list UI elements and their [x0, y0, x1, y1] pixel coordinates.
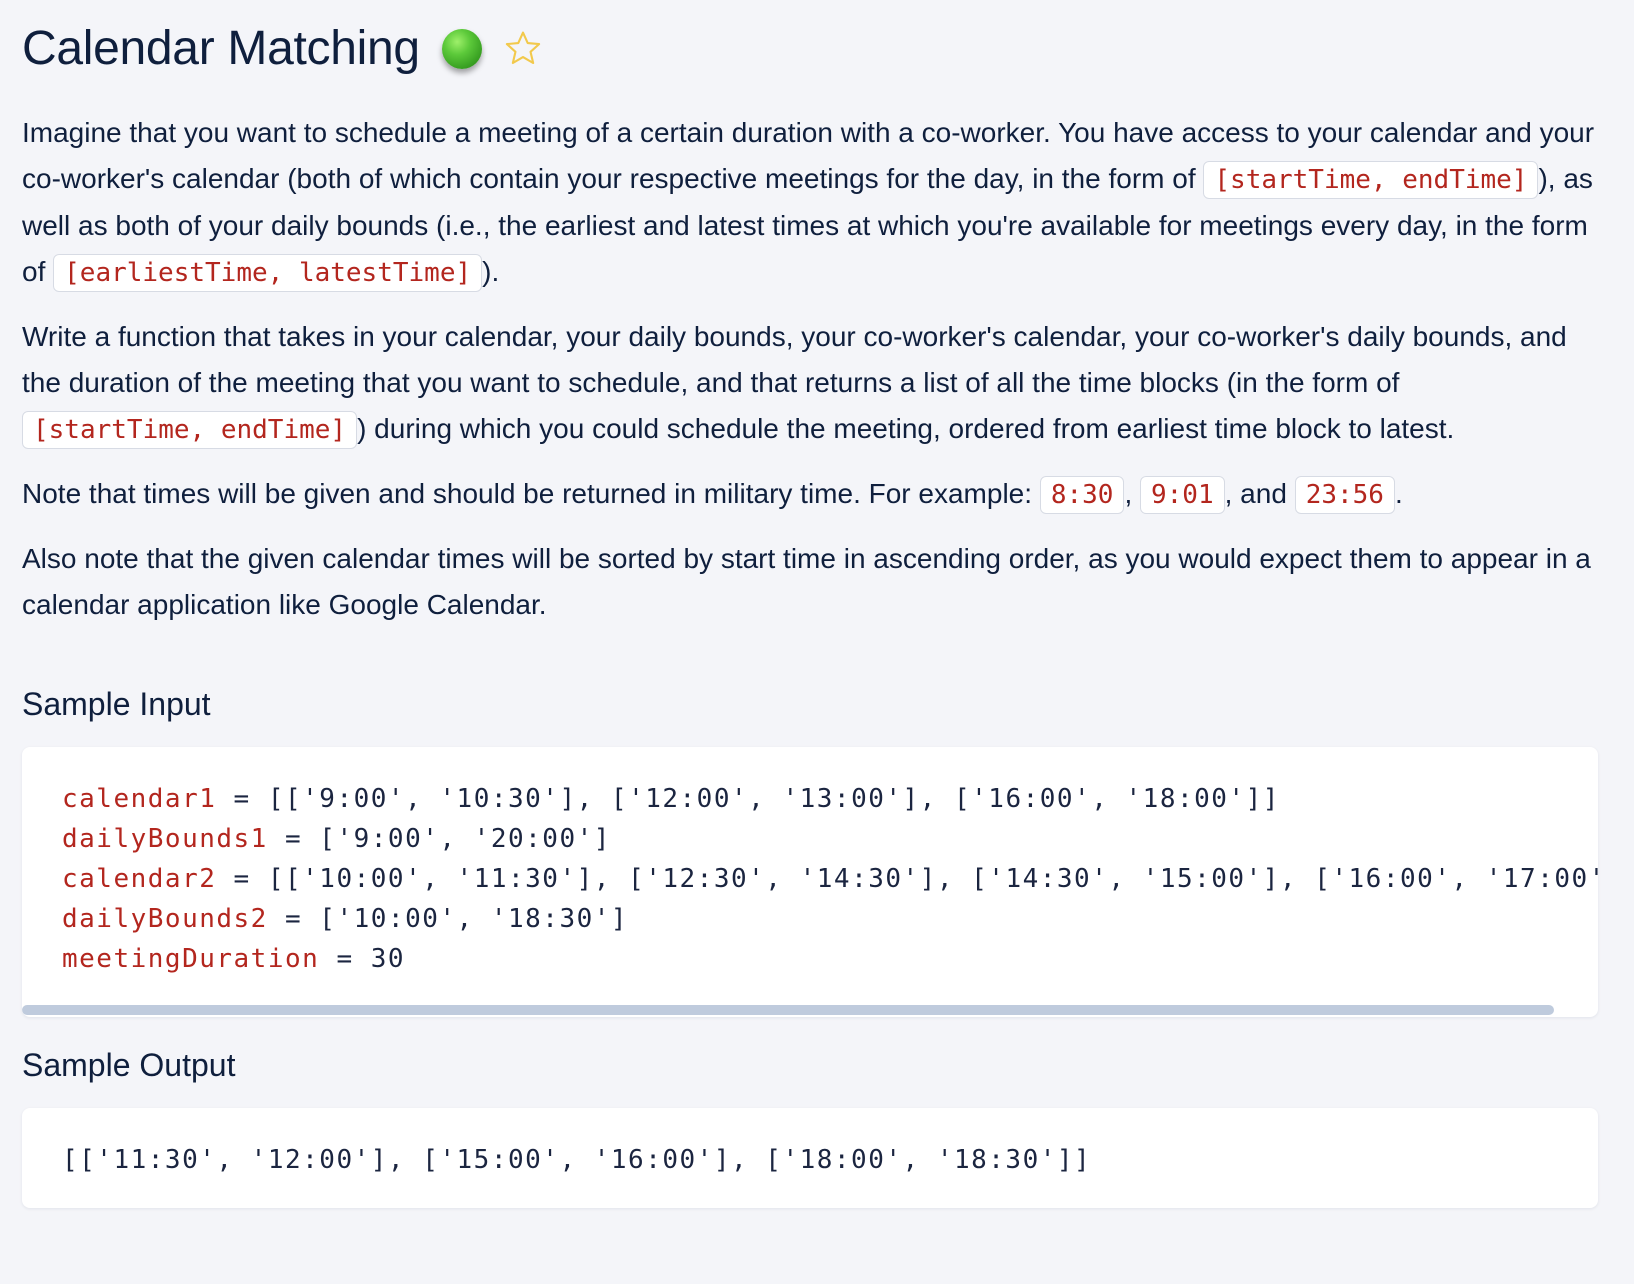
favorite-star-icon[interactable] [502, 28, 544, 70]
code-line: calendar2 = [['10:00', '11:30'], ['12:30… [62, 859, 1598, 899]
inline-code: [earliestTime, latestTime] [53, 254, 483, 292]
description-paragraph-2: Write a function that takes in your cale… [22, 314, 1612, 453]
inline-code: 8:30 [1039, 476, 1125, 514]
code-line: [['11:30', '12:00'], ['15:00', '16:00'],… [62, 1145, 1092, 1175]
paragraph-text: Also note that the given calendar times … [22, 543, 1591, 620]
code-variable: dailyBounds1 [62, 824, 268, 854]
problem-page: Calendar Matching Imagine that you want … [0, 0, 1634, 1284]
code-line: meetingDuration = 30 [62, 939, 1598, 979]
title-row: Calendar Matching [22, 0, 1612, 98]
paragraph-text: ). [482, 256, 500, 287]
inline-code: [startTime, endTime] [22, 411, 358, 449]
description-paragraph-3: Note that times will be given and should… [22, 471, 1612, 518]
inline-code: 9:01 [1140, 476, 1225, 514]
paragraph-text: ) during which you could schedule the me… [357, 413, 1455, 444]
description-paragraph-4: Also note that the given calendar times … [22, 536, 1612, 628]
code-value: = [['9:00', '10:30'], ['12:00', '13:00']… [216, 784, 1280, 814]
paragraph-text: . [1394, 478, 1403, 509]
paragraph-text: Write a function that takes in your cale… [22, 321, 1567, 398]
problem-title: Calendar Matching [22, 22, 420, 75]
code-value: = ['10:00', '18:30'] [267, 904, 629, 934]
code-variable: meetingDuration [62, 944, 320, 974]
code-value: = ['9:00', '20:00'] [267, 824, 611, 854]
inline-code: 23:56 [1294, 476, 1395, 514]
horizontal-scrollbar[interactable] [22, 1005, 1598, 1017]
inline-code: [startTime, endTime] [1203, 161, 1539, 199]
paragraph-text: , [1124, 478, 1140, 509]
code-line: dailyBounds1 = ['9:00', '20:00'] [62, 819, 1598, 859]
code-line: calendar1 = [['9:00', '10:30'], ['12:00'… [62, 779, 1598, 819]
sample-input-code-block[interactable]: calendar1 = [['9:00', '10:30'], ['12:00'… [22, 747, 1598, 1017]
paragraph-text: , and [1224, 478, 1295, 509]
code-variable: calendar2 [62, 864, 217, 894]
code-value: = [['10:00', '11:30'], ['12:30', '14:30'… [216, 864, 1598, 894]
code-variable: calendar1 [62, 784, 217, 814]
description-paragraph-1: Imagine that you want to schedule a meet… [22, 110, 1612, 296]
sample-output-heading: Sample Output [22, 1047, 236, 1083]
difficulty-indicator-icon [441, 29, 482, 69]
code-variable: dailyBounds2 [62, 904, 268, 934]
sample-input-heading: Sample Input [22, 686, 211, 722]
code-line: dailyBounds2 = ['10:00', '18:30'] [62, 899, 1598, 939]
scrollbar-thumb[interactable] [22, 1005, 1554, 1015]
paragraph-text: Note that times will be given and should… [22, 478, 1040, 509]
sample-output-code-block: [['11:30', '12:00'], ['15:00', '16:00'],… [22, 1108, 1598, 1208]
code-value: = 30 [319, 944, 406, 974]
